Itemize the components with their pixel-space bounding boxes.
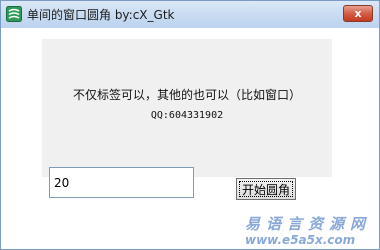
title-bar[interactable]: 单间的窗口圆角 by:cX_Gtk x (1, 1, 379, 28)
app-icon (6, 6, 22, 22)
radius-input[interactable] (49, 167, 194, 198)
client-area: 不仅标签可以，其他的也可以（比如窗口） QQ:604331902 开始圆角 易语… (1, 28, 379, 249)
watermark-site-name: 易语言资源网 (245, 215, 372, 233)
qq-label: QQ:604331902 (150, 110, 224, 121)
rounded-panel: 不仅标签可以，其他的也可以（比如窗口） QQ:604331902 (42, 39, 332, 177)
main-window: 单间的窗口圆角 by:cX_Gtk x 不仅标签可以，其他的也可以（比如窗口） … (0, 0, 380, 250)
close-button[interactable]: x (343, 5, 373, 22)
start-round-button[interactable]: 开始圆角 (236, 178, 296, 200)
watermark-url: www.e5a5x.com (245, 233, 356, 247)
close-icon: x (354, 7, 362, 20)
watermark: 易语言资源网 www.e5a5x.com (245, 213, 375, 249)
panel-text: 不仅标签可以，其他的也可以（比如窗口） (72, 88, 301, 102)
window-title: 单间的窗口圆角 by:cX_Gtk (27, 8, 175, 22)
